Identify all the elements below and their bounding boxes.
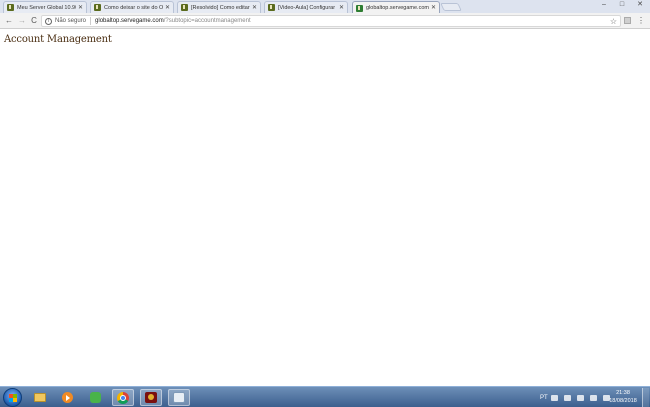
tab-video-aula-configurar[interactable]: [Video-Aula] Configurar ✕ [264, 1, 348, 13]
tab-strip: Meu Server Global 10.90 ✕ Como deixar o … [0, 0, 650, 14]
new-tab-button[interactable] [440, 3, 462, 11]
otland-favicon-icon [94, 4, 101, 11]
taskbar-explorer[interactable] [29, 389, 51, 406]
network-icon[interactable] [589, 394, 597, 401]
close-window-button[interactable]: ✕ [632, 0, 648, 9]
taskbar-paint[interactable] [168, 389, 190, 406]
chrome-icon [117, 391, 129, 404]
show-desktop-button[interactable] [642, 388, 649, 407]
close-tab-icon[interactable]: ✕ [78, 5, 83, 11]
close-tab-icon[interactable]: ✕ [339, 5, 344, 11]
paint-icon [173, 392, 185, 403]
system-tray: PT [540, 389, 613, 406]
start-button[interactable] [3, 388, 22, 407]
tab-meu-server-global[interactable]: Meu Server Global 10.90 ✕ [3, 1, 87, 13]
back-button[interactable]: ← [4, 15, 14, 27]
extension-icon[interactable] [624, 17, 631, 24]
bookmark-star-icon[interactable]: ☆ [610, 17, 617, 26]
taskbar-game[interactable] [140, 389, 162, 406]
url-host[interactable]: globaltop.servegame.com [95, 18, 164, 24]
minimize-button[interactable]: – [596, 0, 612, 9]
close-tab-icon[interactable]: ✕ [252, 5, 257, 11]
info-icon[interactable]: i [45, 17, 52, 25]
divider [90, 17, 92, 25]
tab-title: [Resolvido] Como editar [191, 4, 250, 11]
folder-icon [34, 393, 46, 402]
game-icon [145, 392, 157, 403]
reload-button[interactable]: C [29, 15, 39, 27]
address-bar[interactable]: i Não seguro globaltop.servegame.com /?s… [41, 15, 621, 27]
tab-resolvido-como-editar[interactable]: [Resolvido] Como editar ✕ [177, 1, 261, 13]
menu-icon[interactable]: ⋮ [637, 15, 645, 27]
media-player-icon [61, 392, 73, 403]
taskbar-app[interactable] [84, 389, 106, 406]
otland-favicon-icon [7, 4, 14, 11]
close-tab-icon[interactable]: ✕ [165, 5, 170, 11]
clock[interactable]: 21:38 18/08/2018 [606, 389, 640, 405]
browser-toolbar: ← → C i Não seguro globaltop.servegame.c… [0, 13, 650, 29]
app-icon [89, 392, 101, 403]
taskbar-media-player[interactable] [56, 389, 78, 406]
clock-date: 18/08/2018 [609, 398, 637, 404]
language-indicator[interactable]: PT [540, 395, 548, 401]
site-favicon-icon [356, 4, 363, 12]
forward-button[interactable]: → [17, 15, 27, 27]
tab-title: [Video-Aula] Configurar [278, 4, 336, 11]
otland-favicon-icon [268, 4, 275, 11]
windows-logo-icon [9, 394, 17, 402]
page-title: Account Management [4, 34, 112, 45]
tab-title: Meu Server Global 10.90 [17, 4, 76, 11]
tab-title: globaltop.servegame.com [366, 5, 429, 11]
keyboard-icon[interactable] [550, 394, 558, 401]
taskbar: PT 21:38 18/08/2018 [0, 386, 650, 407]
show-hidden-icons-icon[interactable] [563, 394, 571, 401]
tab-como-deixar-site[interactable]: Como deixar o site do OT ✕ [90, 1, 174, 13]
maximize-button[interactable]: □ [614, 0, 630, 9]
otland-favicon-icon [181, 4, 188, 11]
taskbar-chrome[interactable] [112, 389, 134, 406]
security-label[interactable]: Não seguro [55, 18, 86, 24]
clock-time: 21:38 [616, 390, 630, 396]
tab-title: Como deixar o site do OT [104, 4, 163, 11]
url-path[interactable]: /?subtopic=accountmanagement [164, 18, 251, 24]
close-tab-icon[interactable]: ✕ [431, 5, 436, 11]
action-center-flag-icon[interactable] [576, 394, 584, 401]
